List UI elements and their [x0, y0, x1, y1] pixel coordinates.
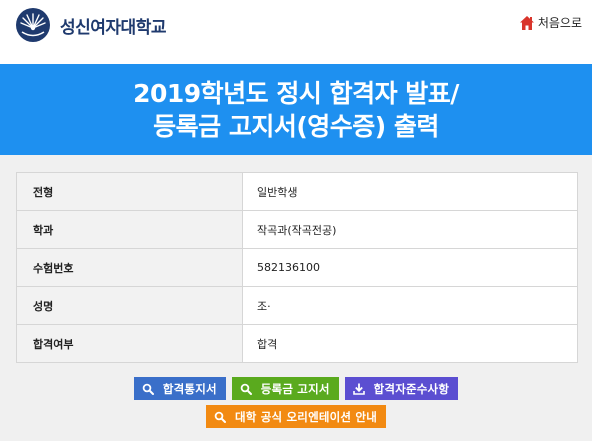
acceptance-notice-button[interactable]: 합격통지서: [133, 377, 226, 400]
table-row: 성명 조·: [16, 286, 578, 325]
row-label-admission-type: 전형: [16, 172, 243, 211]
page-title-line-1: 2019학년도 정시 합격자 발표/: [133, 78, 459, 108]
row-label-result: 합격여부: [16, 324, 243, 363]
page-header: 성신여자대학교 처음으로: [0, 0, 592, 64]
row-value-name: 조·: [242, 286, 578, 325]
university-emblem-icon: [16, 8, 50, 42]
tuition-bill-label: 등록금 고지서: [260, 381, 330, 396]
action-buttons-row-1: 합격통지서 등록금 고지서 합격자준수사항: [0, 377, 592, 400]
table-row: 학과 작곡과(작곡전공): [16, 210, 578, 249]
orientation-guide-button[interactable]: 대학 공식 오리엔테이션 안내: [206, 405, 386, 428]
row-value-admission-type: 일반학생: [242, 172, 578, 211]
page-title-line-2: 등록금 고지서(영수증) 출력: [153, 111, 439, 141]
home-button[interactable]: 처음으로: [519, 14, 582, 31]
action-buttons-row-2: 대학 공식 오리엔테이션 안내: [0, 405, 592, 428]
search-icon: [240, 383, 252, 395]
table-row: 합격여부 합격: [16, 324, 578, 363]
tuition-bill-button[interactable]: 등록금 고지서: [231, 377, 339, 400]
result-content: 전형 일반학생 학과 작곡과(작곡전공) 수험번호 582136100 성명 조…: [0, 155, 592, 441]
row-value-result: 합격: [242, 324, 578, 363]
search-icon: [214, 411, 226, 423]
row-label-name: 성명: [16, 286, 243, 325]
admitted-guidelines-label: 합격자준수사항: [373, 381, 450, 396]
applicant-info-table: 전형 일반학생 학과 작곡과(작곡전공) 수험번호 582136100 성명 조…: [16, 172, 578, 363]
orientation-guide-label: 대학 공식 오리엔테이션 안내: [235, 409, 377, 424]
table-row: 전형 일반학생: [16, 172, 578, 211]
university-name: 성신여자대학교: [60, 17, 166, 38]
admitted-guidelines-button[interactable]: 합격자준수사항: [344, 377, 459, 400]
download-icon: [352, 383, 365, 395]
table-row: 수험번호 582136100: [16, 248, 578, 287]
row-value-department: 작곡과(작곡전공): [242, 210, 578, 249]
home-label: 처음으로: [537, 16, 582, 30]
page-title-banner: 2019학년도 정시 합격자 발표/ 등록금 고지서(영수증) 출력: [0, 64, 592, 155]
home-icon: [519, 15, 534, 30]
acceptance-notice-label: 합격통지서: [162, 381, 217, 396]
search-icon: [142, 383, 154, 395]
university-logo[interactable]: 성신여자대학교: [14, 6, 166, 44]
row-label-department: 학과: [16, 210, 243, 249]
row-label-exam-number: 수험번호: [16, 248, 243, 287]
row-value-exam-number: 582136100: [242, 248, 578, 287]
